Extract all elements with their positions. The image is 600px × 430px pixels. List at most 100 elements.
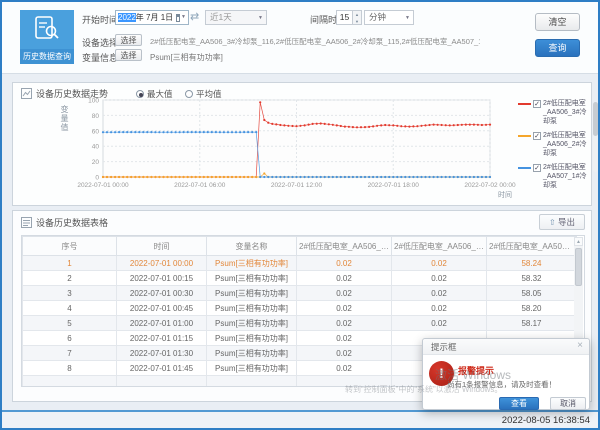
table-cell: 2022-07-01 00:00 bbox=[117, 256, 207, 271]
column-header: 2#低压配电室_AA507_1#冷却泵... bbox=[487, 237, 577, 256]
table-cell: Psum[三相有功功率] bbox=[207, 256, 297, 271]
swap-icon[interactable]: ⇄ bbox=[190, 10, 199, 23]
legend-checkbox[interactable]: ✓ bbox=[533, 164, 541, 172]
table-cell: Psum[三相有功功率] bbox=[207, 346, 297, 361]
table-cell: 0.02 bbox=[392, 316, 487, 331]
spinner-up-icon[interactable]: ▲ bbox=[353, 11, 361, 18]
status-time: 2022-08-05 16:38:54 bbox=[502, 415, 590, 426]
variable-select-button[interactable]: 选择 bbox=[115, 49, 142, 61]
cancel-button[interactable]: 取消 bbox=[550, 397, 586, 410]
table-cell: 3 bbox=[23, 286, 117, 301]
range-select[interactable]: 近1天 ▼ bbox=[205, 10, 267, 25]
svg-text:2022-07-01 00:00: 2022-07-01 00:00 bbox=[77, 182, 129, 189]
table-cell: 1 bbox=[23, 256, 117, 271]
svg-text:0: 0 bbox=[95, 175, 99, 182]
legend-line-sample bbox=[518, 103, 531, 105]
svg-text:40: 40 bbox=[92, 144, 100, 151]
svg-text:80: 80 bbox=[92, 113, 100, 120]
legend-line-sample bbox=[518, 167, 531, 169]
export-icon: ⇧ bbox=[549, 218, 556, 227]
chevron-down-icon[interactable]: ▼ bbox=[181, 10, 186, 25]
svg-text:20: 20 bbox=[92, 159, 100, 166]
range-select-value: 近1天 bbox=[210, 12, 232, 22]
device-value: 2#低压配电室_AA506_3#冷却泵_116,2#低压配电室_AA506_2#… bbox=[150, 36, 480, 47]
interval-unit-select[interactable]: 分钟 ▼ bbox=[364, 10, 414, 25]
table-cell: 8 bbox=[23, 361, 117, 376]
table-cell: 2022-07-01 01:30 bbox=[117, 346, 207, 361]
svg-text:100: 100 bbox=[88, 98, 99, 105]
dialog-title: 提示框 bbox=[423, 339, 589, 355]
legend-item: ✓2#低压配电室_AA506_2#冷却泵 bbox=[518, 131, 590, 158]
chart-legend: ✓2#低压配电室_AA506_3#冷却泵✓2#低压配电室_AA506_2#冷却泵… bbox=[518, 99, 590, 195]
table-cell: 0.02 bbox=[392, 301, 487, 316]
status-bar: 2022-08-05 16:38:54 bbox=[2, 410, 598, 428]
scrollbar-thumb[interactable] bbox=[575, 248, 582, 286]
close-icon[interactable]: × bbox=[577, 340, 583, 351]
spinner-down-icon[interactable]: ▼ bbox=[353, 18, 361, 25]
table-cell: 7 bbox=[23, 346, 117, 361]
device-select-button[interactable]: 选择 bbox=[115, 34, 142, 46]
trend-panel: 设备历史数据走势 最大值 平均值 变量值 0204060801002022-07… bbox=[12, 82, 592, 206]
table-row[interactable]: 32022-07-01 00:30Psum[三相有功功率]0.020.0258.… bbox=[23, 286, 577, 301]
legend-label: 2#低压配电室_AA506_2#冷却泵 bbox=[543, 131, 589, 158]
table-row[interactable]: 42022-07-01 00:45Psum[三相有功功率]0.020.0258.… bbox=[23, 301, 577, 316]
table-cell: 5 bbox=[23, 316, 117, 331]
table-cell bbox=[207, 376, 297, 388]
table-cell: Psum[三相有功功率] bbox=[207, 331, 297, 346]
table-cell: 2022-07-01 00:45 bbox=[117, 301, 207, 316]
date-year: 2022 bbox=[118, 13, 136, 22]
variable-value: Psum[三相有功功率] bbox=[150, 52, 223, 63]
table-cell: 2 bbox=[23, 271, 117, 286]
table-cell: 2022-07-01 00:30 bbox=[117, 286, 207, 301]
table-cell: 0.02 bbox=[392, 286, 487, 301]
clear-button[interactable]: 清空 bbox=[535, 13, 580, 31]
interval-spinner[interactable]: ▲ ▼ bbox=[353, 10, 362, 25]
view-button[interactable]: 查看 bbox=[499, 397, 539, 410]
table-cell: 58.32 bbox=[487, 271, 577, 286]
interval-value[interactable]: 15 bbox=[336, 10, 353, 25]
table-row[interactable]: 22022-07-01 00:15Psum[三相有功功率]0.020.0258.… bbox=[23, 271, 577, 286]
table-row[interactable]: 12022-07-01 00:00Psum[三相有功功率]0.020.0258.… bbox=[23, 256, 577, 271]
chevron-down-icon: ▼ bbox=[405, 11, 410, 26]
alert-title: 报警提示 bbox=[458, 364, 494, 377]
module-title: 历史数据查询 bbox=[20, 49, 74, 64]
history-data-query-window: 历史数据查询 开始时间: 2022年 7月 1日 ▼ ⇄ 近1天 ▼ 间隔时长:… bbox=[0, 0, 600, 430]
query-button[interactable]: 查询 bbox=[535, 39, 580, 57]
table-cell: 0.02 bbox=[392, 256, 487, 271]
table-cell: 2022-07-01 00:15 bbox=[117, 271, 207, 286]
export-label: 导出 bbox=[558, 217, 575, 227]
table-cell: 0.02 bbox=[297, 361, 392, 376]
trend-section-icon bbox=[21, 88, 32, 99]
table-cell: Psum[三相有功功率] bbox=[207, 316, 297, 331]
table-cell: 2022-07-01 01:15 bbox=[117, 331, 207, 346]
scrollbar-thumb[interactable] bbox=[593, 102, 598, 136]
interval-unit-value: 分钟 bbox=[369, 12, 386, 22]
module-tile: 历史数据查询 bbox=[20, 10, 74, 64]
chevron-down-icon: ▼ bbox=[258, 11, 263, 26]
query-form: 历史数据查询 开始时间: 2022年 7月 1日 ▼ ⇄ 近1天 ▼ 间隔时长:… bbox=[2, 2, 598, 74]
legend-checkbox[interactable]: ✓ bbox=[533, 100, 541, 108]
legend-label: 2#低压配电室_AA507_1#冷却泵 bbox=[543, 163, 589, 190]
legend-checkbox[interactable]: ✓ bbox=[533, 132, 541, 140]
alert-dialog: 提示框 × ! 报警提示 尚有1条报警信息，请及时查看！ 查看 取消 bbox=[422, 338, 590, 410]
interval-stepper[interactable]: 15 ▲ ▼ bbox=[336, 10, 362, 25]
table-cell: 58.05 bbox=[487, 286, 577, 301]
start-date-picker[interactable]: 2022年 7月 1日 ▼ bbox=[115, 10, 189, 25]
column-header: 2#低压配电室_AA506_2#冷却泵... bbox=[392, 237, 487, 256]
svg-text:2022-07-01 12:00: 2022-07-01 12:00 bbox=[271, 182, 323, 189]
trend-chart: 0204060801002022-07-01 00:002022-07-01 0… bbox=[68, 95, 518, 201]
table-cell bbox=[23, 376, 117, 388]
table-row[interactable]: 52022-07-01 01:00Psum[三相有功功率]0.020.0258.… bbox=[23, 316, 577, 331]
table-cell: 0.02 bbox=[392, 271, 487, 286]
legend-label: 2#低压配电室_AA506_3#冷却泵 bbox=[543, 99, 589, 126]
svg-text:60: 60 bbox=[92, 128, 100, 135]
table-cell: 0.02 bbox=[297, 301, 392, 316]
table-cell: 0.02 bbox=[297, 331, 392, 346]
panel-scrollbar[interactable] bbox=[593, 102, 598, 172]
svg-text:2022-07-02 00:00: 2022-07-02 00:00 bbox=[464, 182, 516, 189]
export-button[interactable]: ⇧ 导出 bbox=[539, 214, 585, 230]
table-cell: 0.02 bbox=[297, 271, 392, 286]
history-search-icon bbox=[34, 15, 60, 43]
calendar-icon[interactable] bbox=[176, 14, 180, 22]
scroll-up-icon[interactable]: ▲ bbox=[574, 237, 583, 246]
